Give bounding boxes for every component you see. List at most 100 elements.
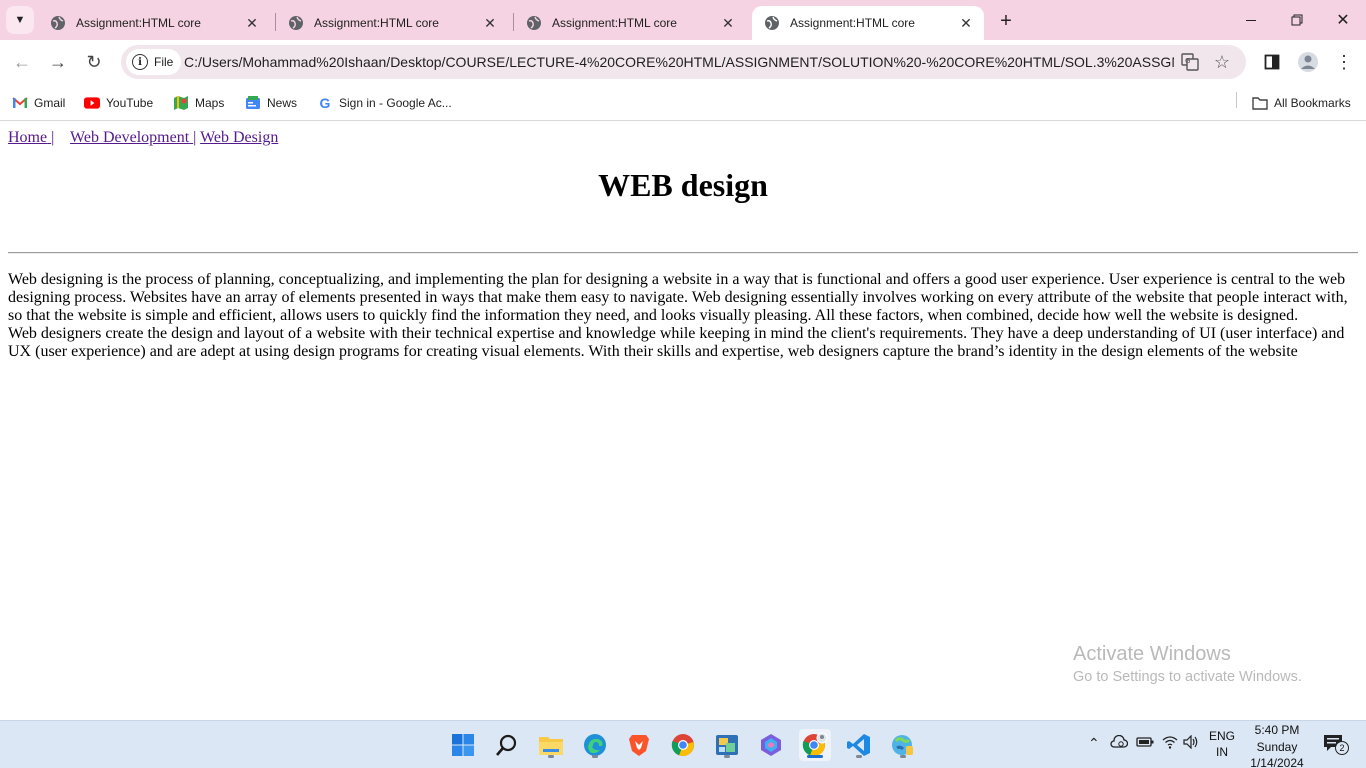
all-bookmarks-label: All Bookmarks — [1274, 96, 1351, 110]
search-button[interactable] — [491, 729, 523, 761]
photos-icon — [716, 735, 738, 755]
watermark-subtitle: Go to Settings to activate Windows. — [1073, 669, 1302, 685]
taskbar-chrome-profile[interactable] — [799, 729, 831, 761]
tab-3[interactable]: Assignment:HTML core ✕ — [514, 6, 746, 40]
paragraph-1: Web designing is the process of planning… — [8, 271, 1348, 324]
minimize-icon — [1246, 19, 1256, 21]
taskbar-file-explorer[interactable] — [535, 729, 567, 761]
close-icon[interactable]: ✕ — [958, 15, 974, 31]
bookmark-news[interactable]: News — [245, 92, 297, 114]
horizontal-rule — [8, 252, 1358, 254]
side-panel-icon[interactable] — [1260, 50, 1284, 74]
bookmark-label: News — [267, 96, 298, 110]
battery-icon[interactable] — [1136, 735, 1154, 751]
tab-strip: ▼ Assignment:HTML core ✕ Assignment:HTML… — [0, 0, 1366, 40]
reload-button[interactable]: ↻ — [80, 48, 108, 76]
chrome-icon — [671, 734, 694, 757]
notification-center-button[interactable]: 2 — [1322, 733, 1349, 757]
more-menu-icon[interactable]: ⋮ — [1332, 50, 1356, 74]
minimize-button[interactable] — [1228, 0, 1274, 40]
copilot-icon — [761, 734, 781, 756]
profile-avatar[interactable] — [1296, 50, 1320, 74]
url-text[interactable]: C:/Users/Mohammad%20Ishaan/Desktop/COURS… — [184, 54, 1174, 70]
nav-link-web-design[interactable]: Web Design — [200, 129, 278, 146]
taskbar-python[interactable] — [887, 729, 919, 761]
info-icon: i — [132, 54, 148, 70]
tab-4-active[interactable]: Assignment:HTML core ✕ — [752, 6, 984, 40]
news-icon — [245, 95, 261, 111]
site-info-label: File — [154, 55, 174, 69]
restore-button[interactable] — [1274, 0, 1320, 40]
google-icon: G — [319, 95, 331, 111]
running-indicator — [592, 755, 598, 758]
forward-button[interactable]: → — [44, 48, 72, 76]
folder-icon — [1252, 95, 1268, 111]
page-title: WEB design — [598, 167, 768, 203]
close-icon[interactable]: ✕ — [244, 15, 260, 31]
bookmark-youtube[interactable]: YouTube — [84, 92, 153, 114]
wifi-icon[interactable] — [1161, 735, 1179, 752]
start-button[interactable] — [447, 729, 479, 761]
tab-2[interactable]: Assignment:HTML core ✕ — [276, 6, 508, 40]
nav-separator: | — [193, 129, 197, 146]
bookmark-label: Maps — [195, 96, 225, 110]
watermark-title: Activate Windows — [1073, 643, 1231, 665]
close-icon[interactable]: ✕ — [720, 15, 736, 31]
bookmark-gmail[interactable]: Gmail — [12, 92, 65, 114]
cloud-sync-icon[interactable] — [1110, 734, 1129, 752]
clock-time: 5:40 PM — [1254, 723, 1300, 737]
clock-date: 1/14/2024 — [1250, 756, 1304, 768]
bookmarks-divider — [1236, 92, 1237, 108]
brave-icon — [629, 735, 649, 756]
volume-icon[interactable] — [1183, 734, 1201, 752]
nav-link-home[interactable]: Home | — [8, 129, 54, 146]
language-region: IN — [1216, 745, 1228, 759]
youtube-icon — [84, 95, 100, 111]
language-indicator[interactable]: ENG IN — [1206, 728, 1238, 760]
edge-icon — [584, 734, 606, 756]
page-nav: Home | Web Development | Web Design — [8, 129, 278, 147]
taskbar-brave[interactable] — [623, 729, 655, 761]
taskbar-chrome[interactable] — [667, 729, 699, 761]
bookmark-label: Gmail — [34, 96, 66, 110]
nav-separator: | — [51, 129, 55, 146]
bookmark-google-signin[interactable]: G Sign in - Google Ac... — [317, 92, 452, 114]
gmail-icon — [12, 95, 28, 111]
star-icon[interactable]: ☆ — [1212, 52, 1232, 72]
nav-link-web-design-label: Web Design — [200, 129, 279, 146]
notification-count: 2 — [1335, 741, 1349, 755]
bookmark-label: YouTube — [106, 96, 154, 110]
taskbar-copilot[interactable] — [755, 729, 787, 761]
bookmarks-bar: Gmail YouTube Maps News G Sign in - Goog… — [0, 85, 1366, 121]
tab-search-button[interactable]: ▼ — [6, 6, 34, 34]
globe-icon — [51, 16, 65, 30]
all-bookmarks-button[interactable]: All Bookmarks — [1252, 92, 1351, 114]
address-bar[interactable]: i File C:/Users/Mohammad%20Ishaan/Deskto… — [121, 45, 1246, 79]
new-tab-button[interactable]: + — [994, 9, 1018, 33]
arrow-left-icon: ← — [13, 51, 31, 72]
running-indicator — [724, 755, 730, 758]
tab-title: Assignment:HTML core — [314, 16, 439, 30]
nav-link-web-development[interactable]: Web Development | — [70, 129, 196, 146]
taskbar-photos[interactable] — [711, 729, 743, 761]
taskbar-edge[interactable] — [579, 729, 611, 761]
bookmark-maps[interactable]: Maps — [173, 92, 224, 114]
taskbar-vscode[interactable] — [843, 729, 875, 761]
close-window-button[interactable]: ✕ — [1320, 0, 1366, 40]
maps-icon — [173, 95, 189, 111]
language-code: ENG — [1208, 729, 1235, 743]
running-indicator — [900, 755, 906, 758]
back-button[interactable]: ← — [8, 48, 36, 76]
system-clock[interactable]: 5:40 PM Sunday 1/14/2024 — [1244, 721, 1310, 768]
chevron-up-icon[interactable]: ⌃ — [1088, 735, 1100, 752]
close-icon[interactable]: ✕ — [482, 15, 498, 31]
translate-icon[interactable]: G — [1180, 52, 1200, 72]
tab-title: Assignment:HTML core — [552, 16, 677, 30]
tab-title: Assignment:HTML core — [790, 16, 915, 30]
tab-1[interactable]: Assignment:HTML core ✕ — [38, 6, 270, 40]
running-indicator — [807, 755, 823, 758]
nav-link-home-label: Home — [8, 129, 48, 146]
site-info-chip[interactable]: i File — [126, 49, 182, 75]
svg-text:G: G — [1185, 57, 1190, 65]
body-text: Web designing is the process of planning… — [8, 271, 1360, 361]
